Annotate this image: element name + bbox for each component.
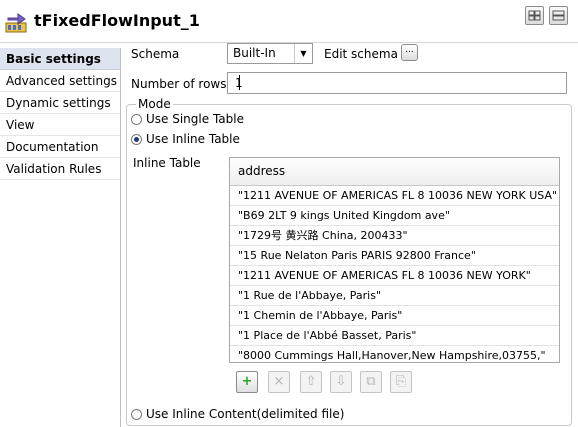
text-caret — [239, 75, 240, 90]
radio-use-inline-content[interactable] — [131, 409, 142, 420]
list-view-button[interactable] — [549, 6, 568, 25]
inline-table-label: Inline Table — [133, 156, 201, 170]
number-of-rows-label: Number of rows — [131, 77, 227, 91]
list-view-icon — [552, 10, 565, 21]
number-of-rows-input[interactable]: 1 — [227, 72, 567, 94]
table-view-button[interactable] — [525, 6, 544, 25]
radio-use-inline-table[interactable] — [131, 134, 142, 145]
move-up-button[interactable]: ⇧ — [300, 371, 322, 393]
edit-schema-button[interactable]: ... — [401, 44, 418, 61]
component-title: tFixedFlowInput_1 — [34, 11, 200, 30]
copy-icon: ⧉ — [366, 374, 376, 389]
table-row[interactable]: "B69 2LT 9 kings United Kingdom ave" — [230, 206, 559, 226]
sidebar-item-dynamic-settings[interactable]: Dynamic settings — [0, 92, 120, 114]
add-row-button[interactable]: + — [236, 371, 258, 393]
table-row[interactable]: "15 Rue Nelaton Paris PARIS 92800 France… — [230, 246, 559, 266]
table-view-icon — [528, 10, 541, 21]
table-row[interactable]: "1 Chemin de l'Abbaye, Paris" — [230, 306, 559, 326]
schema-label: Schema — [131, 47, 180, 61]
mode-group-title: Mode — [136, 97, 173, 111]
sidebar-item-advanced-settings[interactable]: Advanced settings — [0, 70, 120, 92]
use-inline-content-label[interactable]: Use Inline Content(delimited file) — [146, 407, 344, 421]
sidebar-item-documentation[interactable]: Documentation — [0, 136, 120, 158]
table-row[interactable]: "1211 AVENUE OF AMERICAS FL 8 10036 NEW … — [230, 266, 559, 286]
settings-sidebar: Basic settings Advanced settings Dynamic… — [0, 48, 121, 427]
table-row[interactable]: "1729号 黄兴路 China, 200433" — [230, 226, 559, 246]
sidebar-item-basic-settings[interactable]: Basic settings — [0, 48, 120, 70]
table-row[interactable]: "8000 Cummings Hall,Hanover,New Hampshir… — [230, 346, 559, 362]
chevron-down-icon[interactable]: ▼ — [294, 44, 312, 63]
schema-select-value: Built-In — [233, 46, 276, 60]
paste-button[interactable]: ⎘ — [390, 371, 412, 393]
delete-icon: × — [273, 374, 285, 389]
table-row[interactable]: "1 Place de l'Abbé Basset, Paris" — [230, 326, 559, 346]
edit-schema-label: Edit schema — [324, 47, 398, 61]
plus-icon: + — [241, 374, 253, 389]
table-row[interactable]: "1211 AVENUE OF AMERICAS FL 8 10036 NEW … — [230, 186, 559, 206]
component-header: tFixedFlowInput_1 — [0, 0, 578, 44]
paste-icon: ⎘ — [395, 374, 407, 389]
copy-button[interactable]: ⧉ — [360, 371, 382, 393]
arrow-up-icon: ⇧ — [305, 374, 317, 389]
column-header-address[interactable]: address — [230, 158, 559, 186]
remove-row-button[interactable]: × — [268, 371, 290, 393]
move-down-button[interactable]: ⇩ — [330, 371, 352, 393]
inline-table[interactable]: address "1211 AVENUE OF AMERICAS FL 8 10… — [229, 157, 560, 363]
fixed-flow-input-icon — [5, 13, 27, 33]
radio-use-single-table[interactable] — [131, 114, 142, 125]
schema-select[interactable]: Built-In ▼ — [227, 43, 313, 64]
use-single-table-label[interactable]: Use Single Table — [146, 112, 244, 126]
sidebar-item-validation-rules[interactable]: Validation Rules — [0, 158, 120, 180]
arrow-down-icon: ⇩ — [335, 374, 347, 389]
sidebar-item-view[interactable]: View — [0, 114, 120, 136]
table-row[interactable]: "1 Rue de l'Abbaye, Paris" — [230, 286, 559, 306]
use-inline-table-label[interactable]: Use Inline Table — [146, 132, 240, 146]
